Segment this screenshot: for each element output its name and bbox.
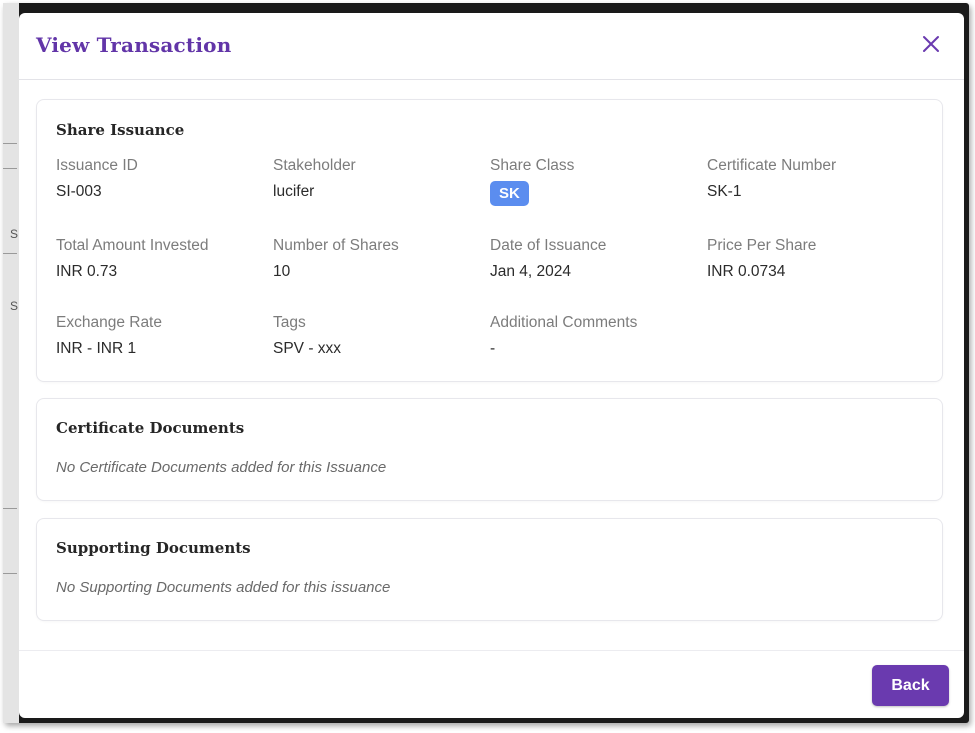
view-transaction-modal: View Transaction Share Issuance Issuance… [19,13,964,718]
date-of-issuance-field: Date of Issuance Jan 4, 2024 [490,237,606,281]
field-value: - [490,340,496,357]
field-label: Date of Issuance [490,237,607,254]
supporting-documents-title: Supporting Documents [56,539,251,557]
exchange-rate-field: Exchange Rate INR - INR 1 [56,314,162,358]
modal-title: View Transaction [36,33,232,57]
field-value: 10 [273,263,291,280]
backdrop-divider [3,253,17,254]
supporting-documents-empty-message: No Supporting Documents added for this i… [56,579,391,596]
backdrop-page: S S [3,3,19,723]
modal-header: View Transaction [19,13,964,80]
certificate-documents-title: Certificate Documents [56,419,245,437]
field-value: SK-1 [707,183,742,200]
field-label: Issuance ID [56,157,138,174]
field-value: INR 0.73 [56,263,118,280]
share-class-badge: SK [490,181,529,206]
share-class-field: Share Class SK [490,157,574,206]
backdrop-divider [3,508,17,509]
modal-footer: Back [19,650,964,718]
certificate-documents-card: Certificate Documents No Certificate Doc… [36,398,943,501]
field-label: Additional Comments [490,314,638,331]
total-amount-invested-field: Total Amount Invested INR 0.73 [56,237,209,281]
backdrop-divider [3,168,17,169]
share-issuance-card: Share Issuance Issuance ID SI-003 Stakeh… [36,99,943,382]
field-value: INR - INR 1 [56,340,137,357]
share-issuance-title: Share Issuance [56,121,185,139]
field-value: Jan 4, 2024 [490,263,572,280]
additional-comments-field: Additional Comments - [490,314,637,358]
certificate-number-field: Certificate Number SK-1 [707,157,836,201]
screenshot-frame: S S View Transaction Share Issuance Issu… [3,3,969,723]
field-label: Exchange Rate [56,314,162,331]
field-label: Price Per Share [707,237,817,254]
field-value: SI-003 [56,183,102,200]
field-label: Tags [273,314,306,331]
field-label: Stakeholder [273,157,356,174]
field-value: lucifer [273,183,315,200]
close-button[interactable] [918,31,944,57]
price-per-share-field: Price Per Share INR 0.0734 [707,237,816,281]
backdrop-divider [3,573,17,574]
field-value: SPV - xxx [273,340,342,357]
backdrop-letter: S [10,227,19,241]
issuance-id-field: Issuance ID SI-003 [56,157,138,201]
close-icon [923,36,939,52]
supporting-documents-card: Supporting Documents No Supporting Docum… [36,518,943,621]
field-label: Certificate Number [707,157,837,174]
back-button[interactable]: Back [872,665,949,706]
field-value: INR 0.0734 [707,263,786,280]
field-label: Total Amount Invested [56,237,209,254]
number-of-shares-field: Number of Shares 10 [273,237,399,281]
tags-field: Tags SPV - xxx [273,314,341,358]
backdrop-letter: S [10,299,19,313]
field-label: Number of Shares [273,237,399,254]
certificate-documents-empty-message: No Certificate Documents added for this … [56,459,387,476]
field-label: Share Class [490,157,575,174]
stakeholder-field: Stakeholder lucifer [273,157,356,201]
backdrop-divider [3,143,17,144]
